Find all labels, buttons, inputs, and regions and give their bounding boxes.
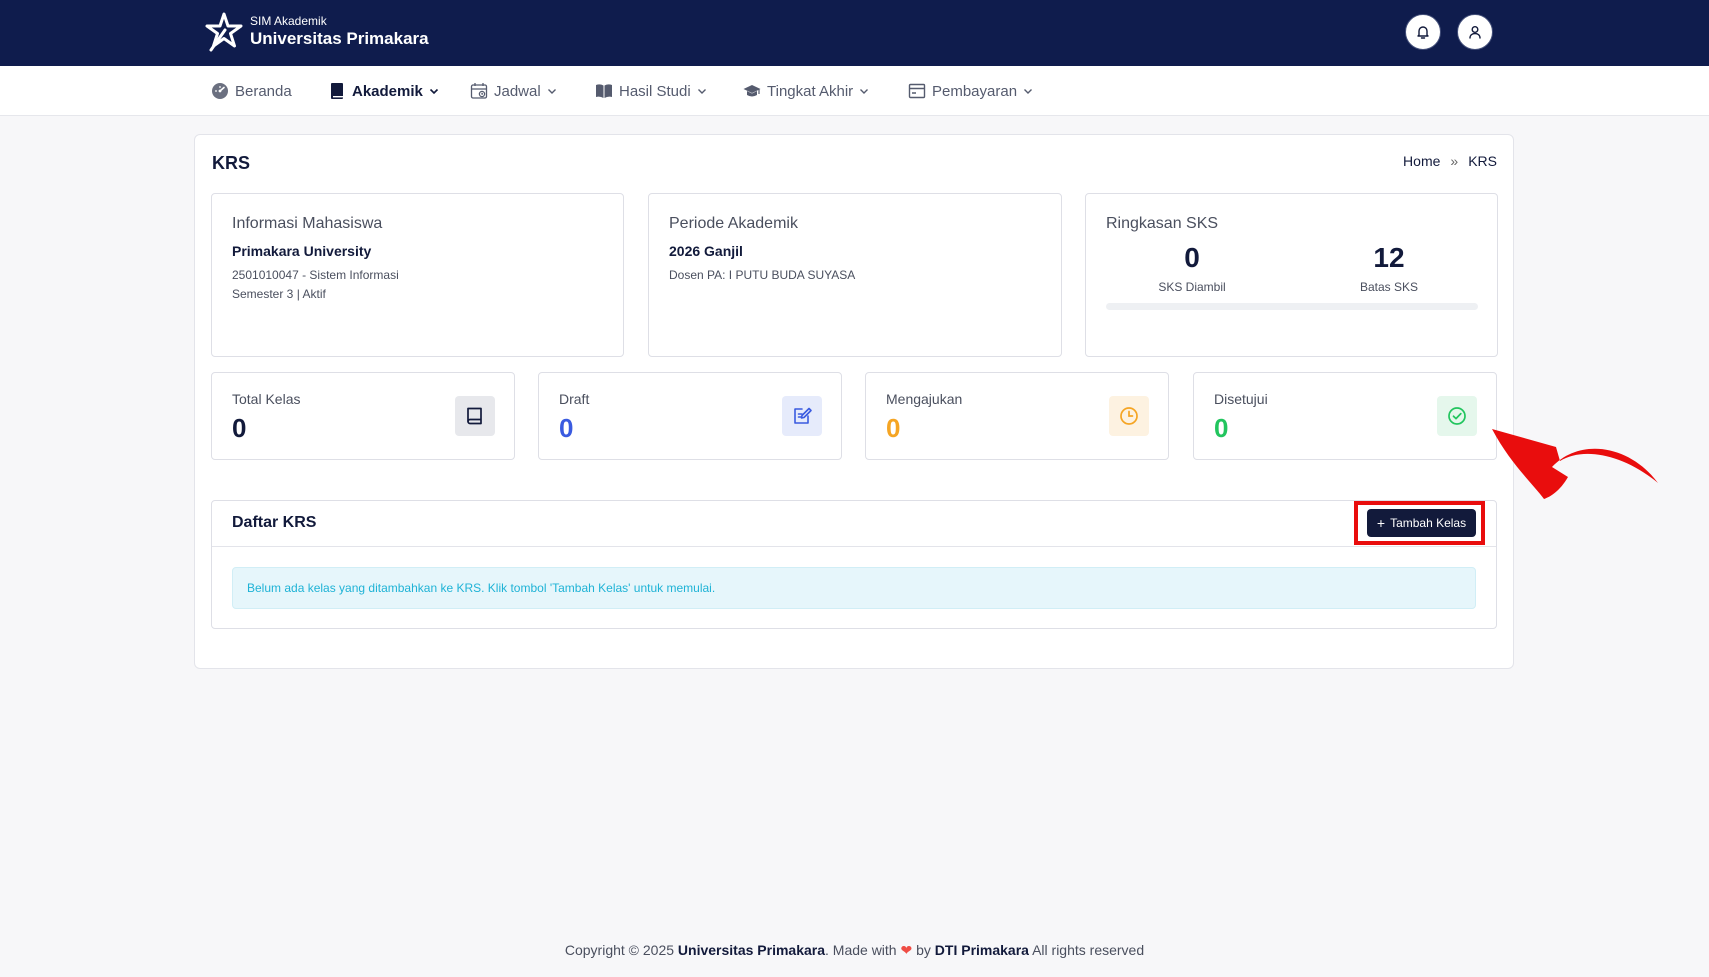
nav-jadwal-label: Jadwal [494,82,541,100]
nav-beranda[interactable]: Beranda [211,80,292,102]
chevron-down-icon [547,89,556,94]
sks-limit-value: 12 [1373,242,1405,273]
footer-team[interactable]: DTI Primakara [935,942,1029,958]
stat-total-kelas-value: 0 [232,413,247,443]
sks-summary-card: Ringkasan SKS 0 SKS Diambil 12 Batas SKS [1085,193,1498,357]
stat-disetujui-value: 0 [1214,413,1229,443]
book-icon [331,83,343,99]
empty-krs-alert: Belum ada kelas yang ditambahkan ke KRS.… [232,567,1476,609]
nav-tingkat-akhir[interactable]: Tingkat Akhir [743,80,869,102]
chevron-down-icon [697,89,706,94]
edit-icon [794,407,812,424]
student-info-title: Informasi Mahasiswa [232,215,383,232]
nav-pembayaran[interactable]: Pembayaran [908,80,1033,102]
stat-total-kelas-icon-box [455,396,495,436]
footer-prefix: Copyright © 2025 [564,942,678,958]
student-name: Primakara University [232,243,372,259]
academic-advisor: Dosen PA: I PUTU BUDA SUYASA [669,268,856,282]
krs-page-card: KRS Home » KRS Informasi Mahasiswa Prima… [194,134,1514,669]
bell-icon [1417,26,1429,39]
book-icon [467,407,482,425]
academic-period-title: Periode Akademik [669,215,798,232]
nav-jadwal[interactable]: Jadwal [470,80,557,102]
krs-list-card: Daftar KRS + Tambah Kelas Belum ada kela… [211,500,1497,629]
curved-arrow-icon [1492,429,1658,499]
brand-subtitle: SIM Akademik [250,14,327,28]
stat-draft-value: 0 [559,413,574,443]
academic-term: 2026 Ganjil [669,243,743,259]
main-nav: Beranda Akademik Jadwal Hasil Studi Ting… [0,66,1709,116]
sks-summary-title: Ringkasan SKS [1106,215,1219,232]
sks-taken: 0 SKS Diambil [1122,242,1262,294]
stat-mengajukan-label: Mengajukan [886,391,963,407]
sks-limit: 12 Batas SKS [1319,242,1459,294]
student-info-card: Informasi Mahasiswa Primakara University… [211,193,624,357]
chevron-down-icon [429,88,438,95]
nav-akademik[interactable]: Akademik [328,80,439,102]
calendar-icon [470,83,488,99]
open-book-icon [596,84,612,98]
academic-period-card: Periode Akademik 2026 Ganjil Dosen PA: I… [648,193,1062,357]
dashboard-icon [212,83,228,99]
footer: Copyright © 2025 Universitas Primakara. … [0,942,1709,959]
graduation-cap-icon [743,85,761,97]
breadcrumb-home[interactable]: Home [1403,153,1440,169]
stat-disetujui-label: Disetujui [1214,391,1268,407]
brand-title: Universitas Primakara [250,29,429,48]
sks-taken-label: SKS Diambil [1158,280,1226,294]
footer-suffix: All rights reserved [1028,942,1145,958]
chevron-down-icon [1024,89,1033,94]
top-bar: SIM Akademik Universitas Primakara [0,0,1709,66]
breadcrumb: Home » KRS [1403,153,1497,169]
nav-tingkat-akhir-label: Tingkat Akhir [767,82,854,100]
clock-icon [1120,407,1138,425]
stat-mengajukan-icon-box [1109,396,1149,436]
footer-org[interactable]: Universitas Primakara [678,942,825,958]
heart-icon: ❤ [900,942,913,958]
footer-by: by [912,942,935,958]
stat-total-kelas-label: Total Kelas [232,391,301,407]
krs-list-header: Daftar KRS + Tambah Kelas [212,501,1496,547]
footer-made-with: . Made with [825,942,901,958]
stat-disetujui: Disetujui 0 [1193,372,1497,460]
user-icon [1469,26,1481,39]
brand[interactable]: SIM Akademik Universitas Primakara [205,12,429,52]
check-circle-icon [1448,407,1466,425]
nav-beranda-label: Beranda [235,82,292,100]
sks-progress-bar [1106,303,1478,310]
stat-draft-label: Draft [559,391,590,407]
student-id-program: 2501010047 - Sistem Informasi [232,268,399,282]
stat-draft-icon-box [782,396,822,436]
nav-hasil-studi-label: Hasil Studi [619,82,691,100]
notifications-button[interactable] [1405,14,1441,50]
page-title: KRS [212,153,251,173]
stat-draft: Draft 0 [538,372,842,460]
krs-list-title: Daftar KRS [232,514,317,531]
stat-total-kelas: Total Kelas 0 [211,372,515,460]
nav-akademik-label: Akademik [352,82,423,100]
nav-pembayaran-label: Pembayaran [932,82,1018,100]
breadcrumb-separator: » [1450,153,1459,169]
nav-hasil-studi[interactable]: Hasil Studi [595,80,707,102]
stat-disetujui-icon-box [1437,396,1477,436]
sks-limit-label: Batas SKS [1359,280,1419,294]
payment-card-icon [908,83,926,99]
user-menu-button[interactable] [1457,14,1493,50]
chevron-down-icon [860,89,869,94]
stat-mengajukan: Mengajukan 0 [865,372,1169,460]
student-semester-status: Semester 3 | Aktif [232,287,326,301]
breadcrumb-current: KRS [1468,153,1497,169]
sks-taken-value: 0 [1184,242,1200,273]
primakara-logo-icon [205,12,243,52]
highlight-box [1354,501,1485,545]
stat-mengajukan-value: 0 [886,413,901,443]
